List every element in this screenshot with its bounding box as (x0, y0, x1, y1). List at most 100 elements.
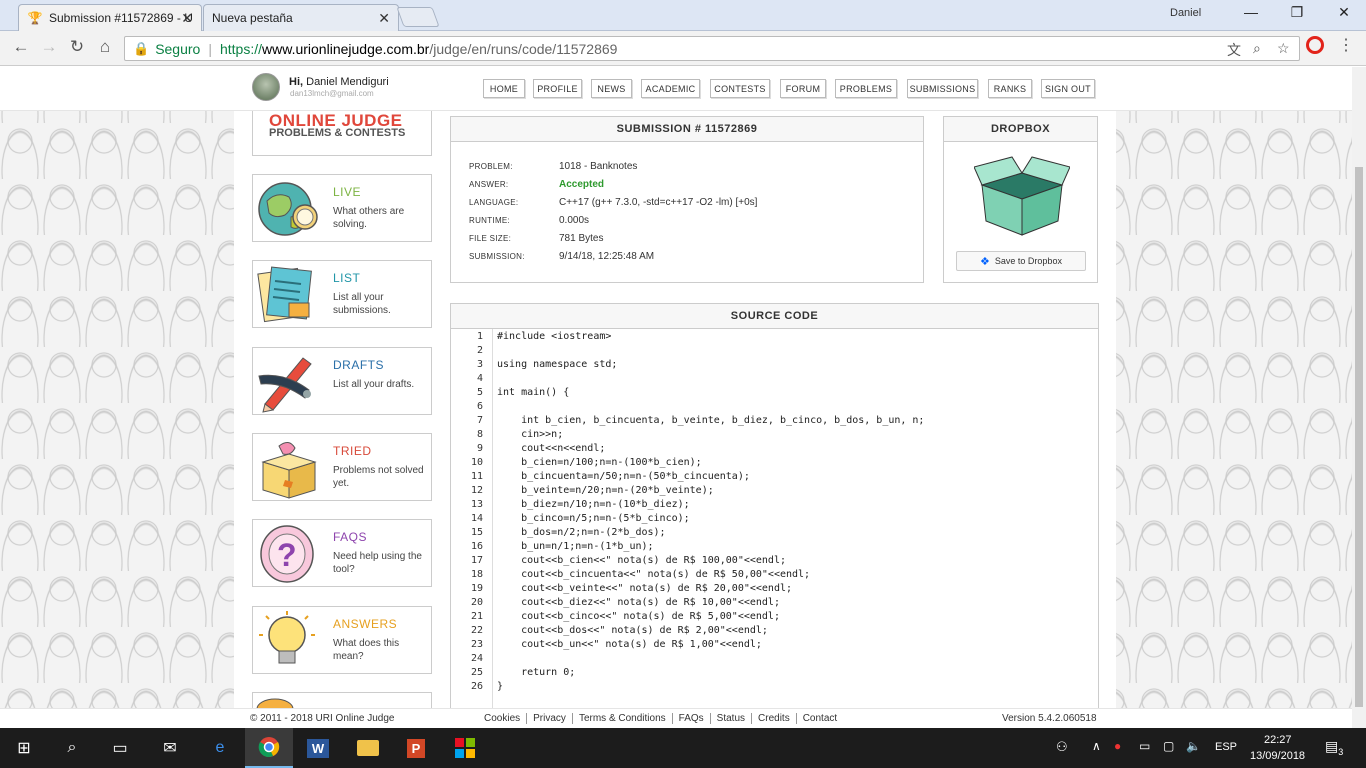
chrome-browser-icon[interactable] (245, 728, 293, 768)
problem-link[interactable]: 1018 - Banknotes (559, 161, 879, 172)
footer-link-status[interactable]: Status (711, 713, 753, 724)
tray-chevron-icon[interactable]: ∧ (1092, 739, 1101, 753)
clock-date[interactable]: 13/09/2018 (1250, 750, 1305, 762)
version-text: Version 5.4.2.060518 (1002, 713, 1097, 724)
line-number: 22 (470, 625, 483, 636)
antivirus-icon[interactable]: ● (1114, 739, 1121, 753)
info-label: PROBLEM: (469, 162, 513, 171)
sidebar-card-faqs[interactable]: ? FAQS Need help using the tool? (252, 519, 432, 587)
footer-link-credits[interactable]: Credits (752, 713, 797, 724)
line-number: 10 (470, 457, 483, 468)
translate-icon[interactable]: 文 (1227, 40, 1241, 60)
browser-tab-submission[interactable]: 🏆 Submission #11572869 - U ✕ (18, 4, 202, 31)
line-number: 15 (470, 527, 483, 538)
user-name[interactable]: Daniel Mendiguri (306, 76, 389, 88)
opera-extension-icon[interactable] (1306, 36, 1324, 54)
forward-icon[interactable]: → (37, 37, 61, 57)
footer-link-faqs[interactable]: FAQs (673, 713, 711, 724)
site-header: Hi, Daniel Mendiguri dan13lmch@gmail.com… (0, 67, 1352, 111)
clock-time[interactable]: 22:27 (1264, 734, 1292, 746)
code-line: cout<<b_cincuenta<<" nota(s) de R$ 50,00… (497, 569, 811, 580)
footer-link-contact[interactable]: Contact (797, 713, 843, 724)
address-bar[interactable]: 🔒 Seguro | https:// www.urionlinejudge.c… (124, 36, 1300, 61)
avatar[interactable] (252, 73, 280, 101)
lightbulb-icon (259, 611, 315, 664)
nav-submissions[interactable]: SUBMISSIONS (907, 79, 978, 98)
people-icon[interactable]: ⚇ (1056, 739, 1068, 755)
mail-icon[interactable]: ✉ (146, 728, 194, 768)
browser-toolbar: ← → ↻ ⌂ 🔒 Seguro | https:// www.urionlin… (0, 31, 1366, 66)
question-icon: ? (260, 525, 314, 583)
nav-ranks[interactable]: RANKS (988, 79, 1032, 98)
nav-academic[interactable]: ACADEMIC (641, 79, 700, 98)
line-number: 24 (470, 653, 483, 664)
sidebar-card-live[interactable]: LIVE What others are solving. (252, 174, 432, 242)
nav-news[interactable]: NEWS (591, 79, 632, 98)
home-icon[interactable]: ⌂ (93, 37, 117, 57)
line-number: 4 (476, 373, 483, 384)
chat-icon[interactable]: ▢ (1163, 739, 1174, 753)
start-button-icon[interactable]: ⊞ (0, 728, 48, 768)
nav-problems[interactable]: PROBLEMS (835, 79, 897, 98)
code-line: b_diez=n/10;n=n-(10*b_diez); (497, 499, 690, 510)
back-icon[interactable]: ← (9, 37, 33, 57)
code-line: cout<<b_diez<<" nota(s) de R$ 10,00"<<en… (497, 597, 780, 608)
app-tiles-icon[interactable] (441, 728, 489, 768)
sidebar-card-answers[interactable]: ANSWERS What does this mean? (252, 606, 432, 674)
line-number: 21 (470, 611, 483, 622)
scrollbar-thumb[interactable] (1355, 167, 1363, 707)
footer-link-cookies[interactable]: Cookies (478, 713, 528, 724)
code-line: b_veinte=n/20;n=n-(20*b_veinte); (497, 485, 714, 496)
nav-home[interactable]: HOME (483, 79, 525, 98)
task-view-icon[interactable]: ▭ (96, 728, 144, 768)
code-line: #include <iostream> (497, 331, 612, 342)
save-to-dropbox-button[interactable]: ❖ Save to Dropbox (956, 251, 1086, 271)
bookmark-star-icon[interactable]: ☆ (1277, 40, 1290, 57)
page-scrollbar[interactable] (1352, 67, 1366, 728)
chrome-logo-icon (258, 737, 280, 757)
code-line: } (497, 681, 504, 692)
new-tab-button[interactable] (396, 7, 440, 27)
box-icon (261, 442, 317, 499)
nav-forum[interactable]: FORUM (780, 79, 826, 98)
footer-link-terms[interactable]: Terms & Conditions (573, 713, 673, 724)
line-number: 25 (470, 667, 483, 678)
file-explorer-icon[interactable] (344, 728, 392, 768)
nav-sign-out[interactable]: SIGN OUT (1041, 79, 1095, 98)
volume-icon[interactable]: 🔈 (1186, 739, 1201, 753)
restore-icon[interactable]: ❐ (1282, 4, 1312, 21)
close-window-icon[interactable]: ✕ (1329, 4, 1359, 21)
network-icon[interactable]: ▭ (1139, 739, 1150, 753)
footer-link-privacy[interactable]: Privacy (527, 713, 573, 724)
powerpoint-icon[interactable]: P (392, 728, 440, 768)
card-title: LIST (333, 271, 361, 285)
submission-panel: SUBMISSION # 11572869 PROBLEM: 1018 - Ba… (450, 116, 924, 283)
browser-tab-new[interactable]: Nueva pestaña ✕ (203, 4, 399, 31)
nav-contests[interactable]: CONTESTS (710, 79, 770, 98)
reload-icon[interactable]: ↻ (65, 37, 89, 57)
browser-menu-icon[interactable]: ⋮ (1338, 35, 1354, 55)
search-icon[interactable]: ⌕ (48, 728, 96, 768)
page-viewport: Hi, Daniel Mendiguri dan13lmch@gmail.com… (0, 67, 1352, 728)
card-title: TRIED (333, 444, 372, 458)
browser-profile-name[interactable]: Daniel (1170, 7, 1201, 19)
minimize-icon[interactable]: — (1236, 4, 1266, 20)
zoom-icon[interactable]: ⌕ (1253, 40, 1261, 57)
sidebar-card-tried[interactable]: TRIED Problems not solved yet. (252, 433, 432, 501)
line-number: 2 (476, 345, 483, 356)
sidebar-card-list[interactable]: LIST List all your submissions. (252, 260, 432, 328)
nav-profile[interactable]: PROFILE (533, 79, 582, 98)
close-tab-icon[interactable]: ✕ (378, 10, 390, 27)
notification-center-icon[interactable]: ▤3 (1325, 738, 1343, 757)
copyright-text: © 2011 - 2018 URI Online Judge (250, 713, 395, 724)
input-language[interactable]: ESP (1215, 741, 1237, 753)
sidebar-card-drafts[interactable]: DRAFTS List all your drafts. (252, 347, 432, 415)
user-greeting: Hi, Daniel Mendiguri (289, 76, 389, 88)
close-tab-icon[interactable]: ✕ (181, 10, 193, 27)
card-title: LIVE (333, 185, 362, 199)
line-number: 17 (470, 555, 483, 566)
site-logo[interactable]: ONLINE JUDGE PROBLEMS & CONTESTS (252, 111, 432, 156)
edge-browser-icon[interactable]: e (196, 728, 244, 768)
code-line: cout<<n<<endl; (497, 443, 606, 454)
word-icon[interactable]: W (294, 728, 342, 768)
